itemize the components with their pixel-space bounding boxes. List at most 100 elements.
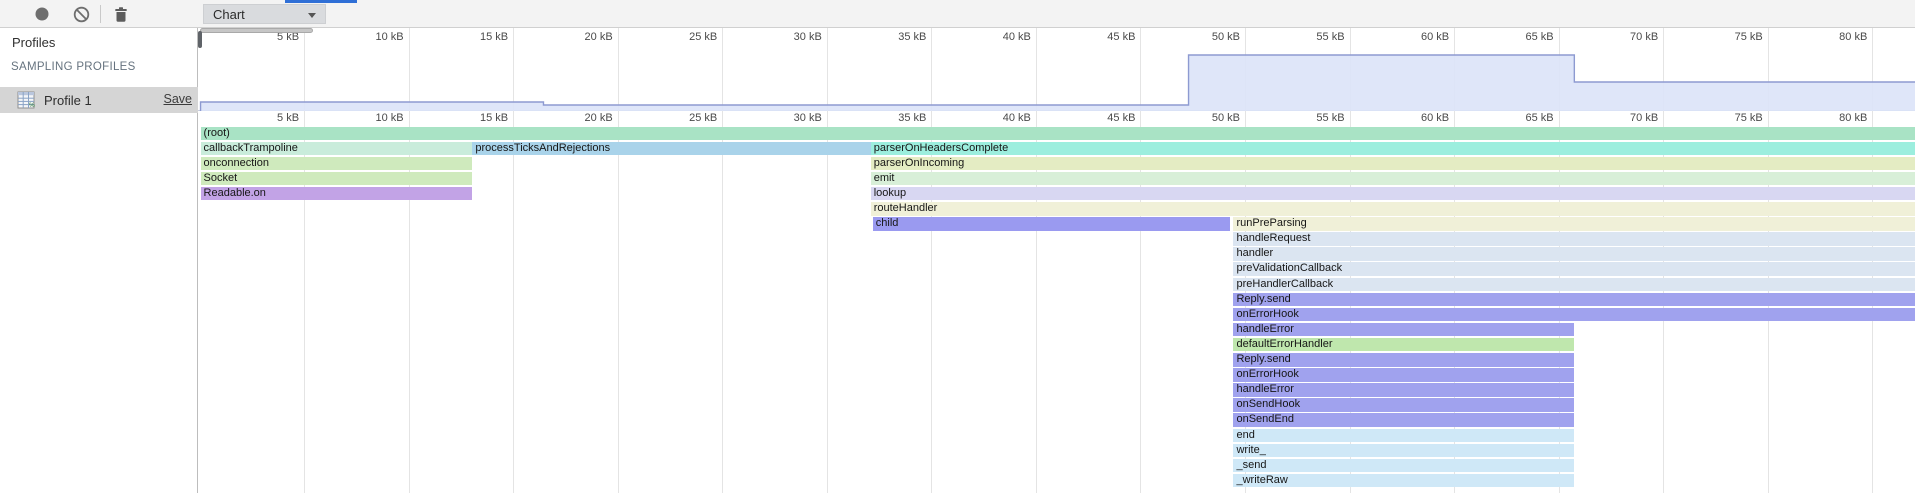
delete-profile-button[interactable]: [110, 4, 132, 24]
flame-frame[interactable]: onErrorHook: [1233, 368, 1573, 382]
flame-tick-label: 5 kB: [277, 112, 304, 124]
flame-tick-label: 55 kB: [1316, 112, 1349, 124]
flame-frame-label: onSendEnd: [1236, 413, 1294, 425]
flame-chart-area[interactable]: 5 kB5 kB10 kB10 kB15 kB15 kB20 kB20 kB25…: [0, 0, 1915, 493]
flame-frame-label: onconnection: [204, 157, 269, 169]
trash-icon: [113, 6, 129, 23]
profiler-toolbar: Chart: [0, 0, 1915, 28]
flame-frame[interactable]: onSendHook: [1233, 398, 1573, 412]
toolbar-divider: [100, 5, 101, 23]
flame-frame-label: _writeRaw: [1236, 474, 1287, 486]
flame-tick-label: 40 kB: [1003, 112, 1036, 124]
flame-frame[interactable]: Reply.send: [1233, 293, 1915, 307]
flame-frame[interactable]: onconnection: [201, 157, 473, 171]
flame-frame-label: _send: [1236, 459, 1266, 471]
view-mode-select[interactable]: Chart: [203, 4, 326, 24]
flame-frame[interactable]: handler: [1233, 247, 1915, 261]
flame-frame[interactable]: Reply.send: [1233, 353, 1573, 367]
flame-tick-label: 70 kB: [1630, 112, 1663, 124]
flame-tick-label: 80 kB: [1839, 112, 1872, 124]
svg-text:%: %: [29, 102, 35, 109]
flame-frame-label: child: [876, 217, 899, 229]
flame-frame[interactable]: onErrorHook: [1233, 308, 1915, 322]
flame-frame-label: lookup: [874, 187, 906, 199]
flame-frame-label: (root): [204, 127, 230, 139]
flame-frame[interactable]: emit: [871, 172, 1915, 186]
flame-frame[interactable]: routeHandler: [871, 202, 1915, 216]
flame-frame[interactable]: end: [1233, 429, 1573, 443]
flame-frame[interactable]: onSendEnd: [1233, 413, 1573, 427]
flame-frame-label: handleRequest: [1236, 232, 1310, 244]
sampling-profiles-section-label: SAMPLING PROFILES: [11, 61, 136, 73]
flame-frame[interactable]: handleRequest: [1233, 232, 1915, 246]
record-icon: [34, 6, 50, 22]
flame-tick-label: 45 kB: [1107, 112, 1140, 124]
flame-frame[interactable]: Readable.on: [201, 187, 473, 201]
flame-tick-label: 10 kB: [375, 112, 408, 124]
flame-frame-label: routeHandler: [874, 202, 938, 214]
flame-frame-label: Socket: [204, 172, 238, 184]
overview-drag-handle[interactable]: [198, 31, 202, 48]
flame-frame[interactable]: defaultErrorHandler: [1233, 338, 1573, 352]
flame-frame-label: parserOnHeadersComplete: [874, 142, 1009, 154]
flame-frame-label: onErrorHook: [1236, 368, 1298, 380]
flame-frame[interactable]: callbackTrampoline: [201, 142, 473, 156]
clear-profiles-button[interactable]: [70, 4, 92, 24]
flame-tick-label: 65 kB: [1526, 112, 1559, 124]
profile-name: Profile 1: [44, 93, 92, 108]
flame-frame[interactable]: lookup: [871, 187, 1915, 201]
flame-frame-label: handleError: [1236, 323, 1293, 335]
flame-tick-label: 30 kB: [794, 112, 827, 124]
record-button[interactable]: [31, 4, 53, 24]
flame-frame[interactable]: processTicksAndRejections: [472, 142, 870, 156]
flame-frame-label: parserOnIncoming: [874, 157, 965, 169]
tab-underline-indicator: [285, 0, 357, 3]
flame-tick-label: 35 kB: [898, 112, 931, 124]
flame-frame[interactable]: parserOnHeadersComplete: [871, 142, 1915, 156]
flame-tick-label: 60 kB: [1421, 112, 1454, 124]
clear-icon: [73, 6, 90, 23]
view-mode-value: Chart: [213, 7, 245, 22]
flame-frame[interactable]: preValidationCallback: [1233, 262, 1915, 276]
flame-frame[interactable]: handleError: [1233, 383, 1573, 397]
flame-tick-label: 75 kB: [1735, 112, 1768, 124]
flame-frame-label: preHandlerCallback: [1236, 278, 1333, 290]
flame-frame-label: Readable.on: [204, 187, 266, 199]
flame-frame[interactable]: preHandlerCallback: [1233, 278, 1915, 292]
flame-frame-label: callbackTrampoline: [204, 142, 298, 154]
flame-tick-label: 15 kB: [480, 112, 513, 124]
overview-scroll-thumb[interactable]: [200, 28, 313, 33]
flame-frame-label: write_: [1236, 444, 1265, 456]
flame-frame-label: defaultErrorHandler: [1236, 338, 1332, 350]
flame-frame[interactable]: runPreParsing: [1233, 217, 1915, 231]
flame-tick-label: 50 kB: [1212, 112, 1245, 124]
sampling-profiler-panel: 5 kB5 kB10 kB10 kB15 kB15 kB20 kB20 kB25…: [0, 0, 1915, 493]
flame-frame-label: handleError: [1236, 383, 1293, 395]
save-profile-link[interactable]: Save: [164, 92, 193, 106]
flame-frame-label: runPreParsing: [1236, 217, 1306, 229]
profile-icon: %: [17, 91, 35, 109]
sidebar-title: Profiles: [12, 35, 55, 50]
chevron-down-icon: [308, 13, 316, 18]
profiles-sidebar: Profiles SAMPLING PROFILES % Profile 1 S…: [0, 28, 198, 493]
flame-frame-label: preValidationCallback: [1236, 262, 1342, 274]
flame-tick-label: 25 kB: [689, 112, 722, 124]
memory-overview-chart[interactable]: [198, 28, 1915, 111]
flame-frame[interactable]: _send: [1233, 459, 1573, 473]
flame-frame[interactable]: write_: [1233, 444, 1573, 458]
flame-frame[interactable]: _writeRaw: [1233, 474, 1573, 488]
flame-frame-label: Reply.send: [1236, 293, 1290, 305]
flame-frame-label: handler: [1236, 247, 1273, 259]
flame-frame[interactable]: child: [873, 217, 1231, 231]
flame-frame-label: onSendHook: [1236, 398, 1300, 410]
flame-tick-label: 20 kB: [585, 112, 618, 124]
flame-frame[interactable]: Socket: [201, 172, 473, 186]
flame-frame-label: emit: [874, 172, 895, 184]
flame-frame-label: Reply.send: [1236, 353, 1290, 365]
sidebar-item-profile-1[interactable]: % Profile 1 Save: [0, 87, 198, 113]
flame-frame[interactable]: (root): [201, 127, 1915, 141]
flame-frame[interactable]: parserOnIncoming: [871, 157, 1915, 171]
flame-frame-label: processTicksAndRejections: [475, 142, 610, 154]
flame-frame[interactable]: handleError: [1233, 323, 1573, 337]
flame-frame-label: onErrorHook: [1236, 308, 1298, 320]
